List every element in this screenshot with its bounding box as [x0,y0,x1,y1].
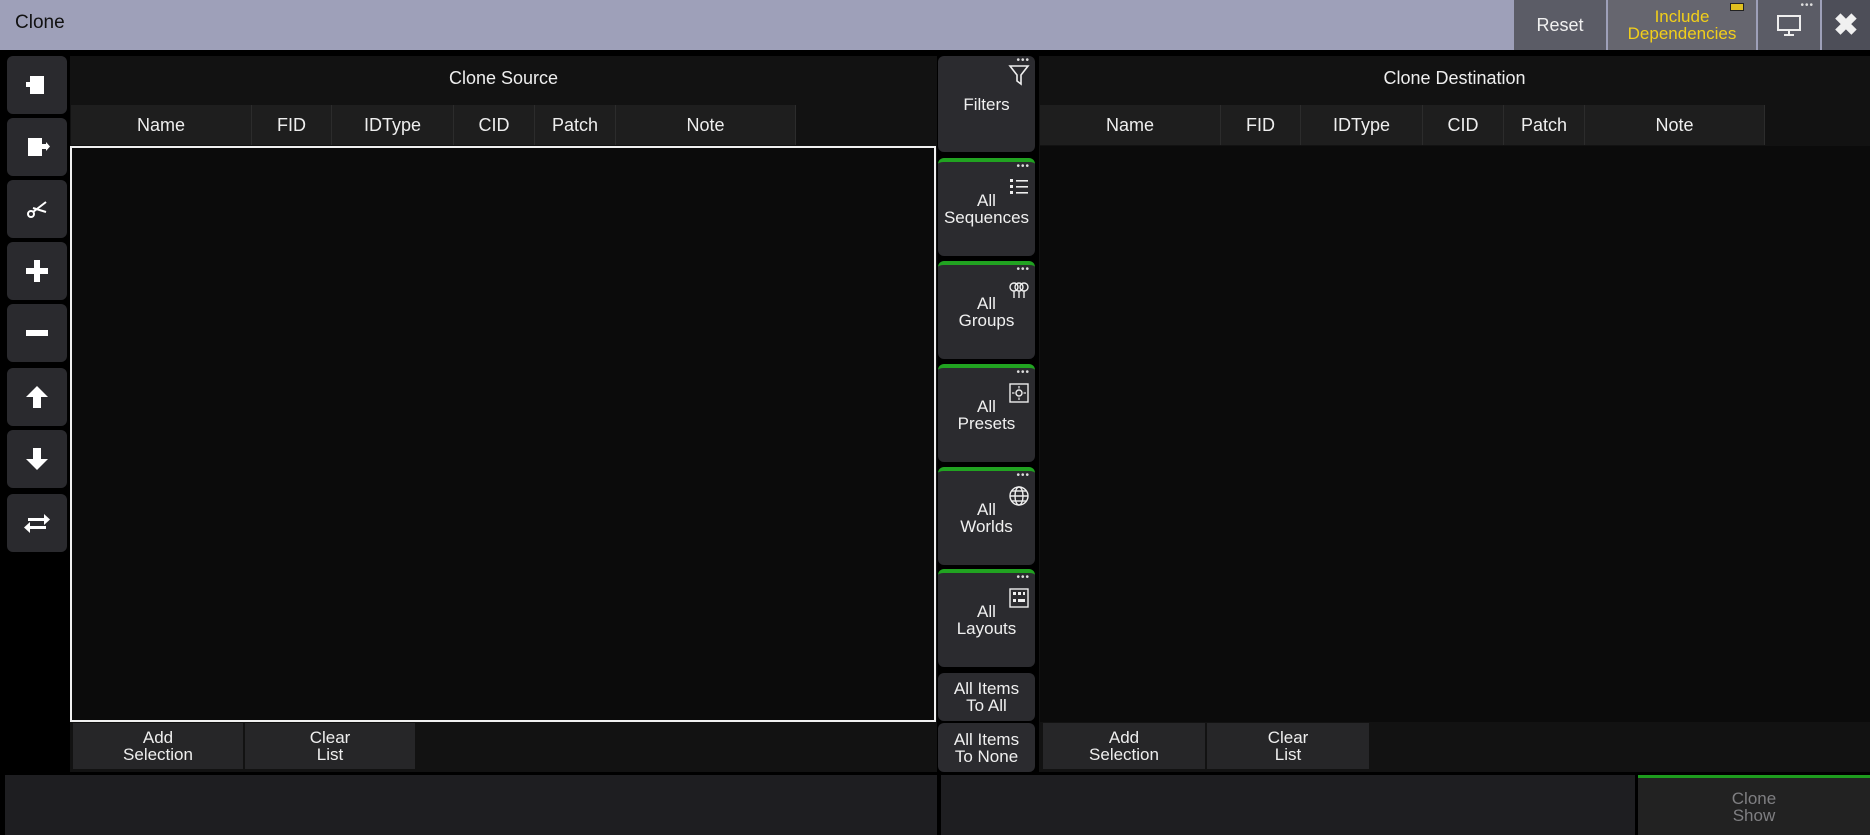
monitor-icon [1777,15,1801,36]
paste-icon [26,76,44,94]
status-area [941,775,1635,835]
filters-label: Filters [963,94,1010,114]
move-up-button[interactable] [7,368,67,426]
swap-arrows-icon [24,514,50,533]
all-groups-label: All Groups [958,294,1015,330]
include-dependencies-button[interactable]: Include Dependencies [1608,0,1756,50]
dest-col-name[interactable]: Name [1040,105,1221,145]
more-dots-icon: ••• [1016,264,1030,275]
dest-col-patch[interactable]: Patch [1504,105,1585,145]
clone-destination-list[interactable] [1040,146,1870,722]
filter-all-layouts[interactable]: ••• All Layouts [938,569,1035,667]
toggle-indicator-icon [1730,3,1744,11]
layout-icon [1009,588,1029,608]
dest-col-note[interactable]: Note [1585,105,1765,145]
dest-col-idtype[interactable]: IDType [1301,105,1423,145]
plus-icon [26,260,48,282]
command-line-area [5,775,937,835]
filters-button[interactable]: ••• Filters [938,56,1035,152]
scissors-icon [27,201,47,218]
move-down-button[interactable] [7,430,67,488]
close-icon: ✖ [1833,8,1859,42]
cut-button[interactable] [7,180,67,238]
more-dots-icon: ••• [1016,161,1030,172]
reset-button[interactable]: Reset [1514,0,1606,50]
copy-icon [28,138,50,156]
all-items-to-none-button[interactable]: All Items To None [938,723,1035,772]
arrow-up-icon [26,386,48,408]
remove-button[interactable] [7,304,67,362]
window-title: Clone [15,12,65,33]
swap-button[interactable] [7,494,67,552]
filter-all-worlds[interactable]: ••• All Worlds [938,467,1035,565]
dest-col-fid[interactable]: FID [1221,105,1301,145]
more-dots-icon: ••• [1016,572,1030,583]
filter-all-presets[interactable]: ••• All Presets [938,364,1035,462]
list-icon [1010,179,1028,194]
globe-icon [1009,486,1029,506]
more-dots-icon: ••• [1016,470,1030,481]
source-col-patch[interactable]: Patch [535,105,616,145]
preset-icon [1009,383,1029,403]
dest-add-selection-button[interactable]: Add Selection [1043,723,1205,769]
source-col-fid[interactable]: FID [252,105,332,145]
source-col-name[interactable]: Name [71,105,252,145]
add-button[interactable] [7,242,67,300]
filter-funnel-icon [1008,65,1030,86]
clone-destination-title: Clone Destination [1383,68,1526,88]
filter-all-groups[interactable]: ••• All Groups [938,261,1035,359]
all-presets-label: All Presets [957,397,1016,433]
include-dependencies-label: Include Dependencies [1627,7,1737,43]
source-clear-list-button[interactable]: Clear List [245,723,415,769]
more-dots-icon: ••• [1800,0,1814,11]
source-col-idtype[interactable]: IDType [332,105,454,145]
close-button[interactable]: ✖ [1822,0,1870,50]
clone-show-button[interactable]: Clone Show [1638,775,1870,835]
arrow-down-icon [26,448,48,470]
source-col-cid[interactable]: CID [454,105,535,145]
source-add-selection-button[interactable]: Add Selection [73,723,243,769]
copy-button[interactable] [7,118,67,176]
all-items-to-all-button[interactable]: All Items To All [938,673,1035,721]
clone-source-list[interactable] [70,146,936,722]
more-dots-icon: ••• [1016,367,1030,378]
clone-source-title: Clone Source [448,68,559,88]
dest-col-cid[interactable]: CID [1423,105,1504,145]
source-col-note[interactable]: Note [616,105,796,145]
dest-clear-list-button[interactable]: Clear List [1207,723,1369,769]
filter-all-sequences[interactable]: ••• All Sequences [938,158,1035,256]
minus-icon [26,330,48,336]
display-button[interactable]: ••• [1758,0,1820,50]
paste-button[interactable] [7,56,67,114]
lights-icon [1009,282,1029,298]
all-worlds-label: All Worlds [960,500,1013,536]
